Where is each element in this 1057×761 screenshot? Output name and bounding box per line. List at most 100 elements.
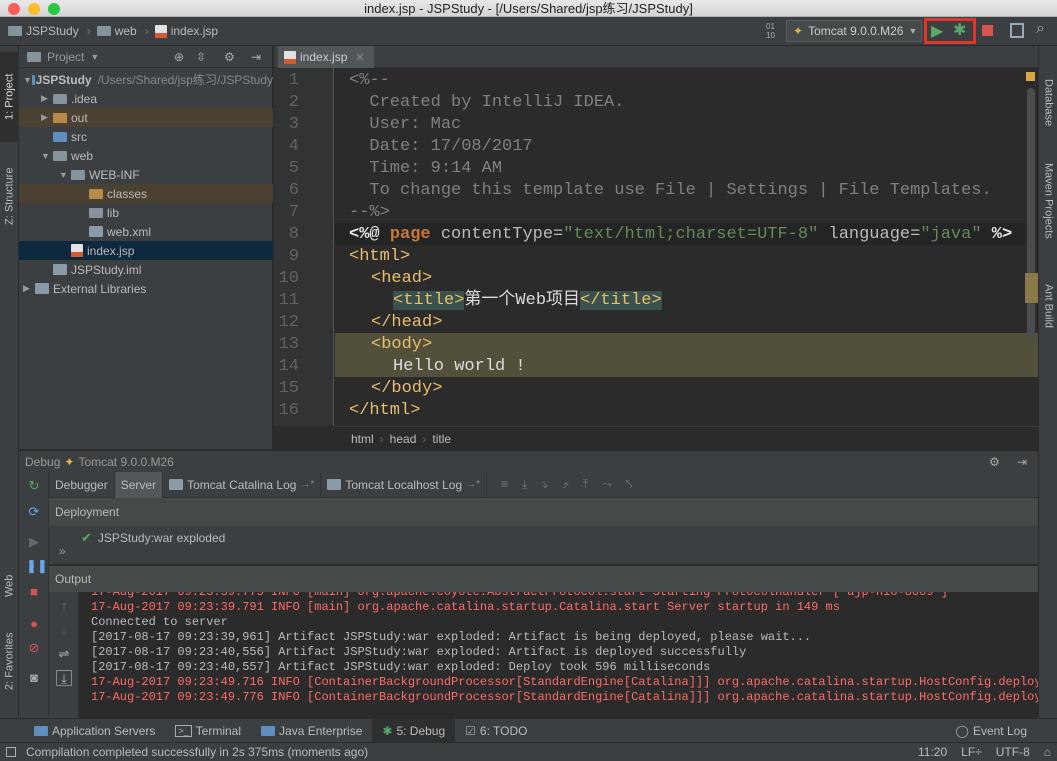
tree-item-label: External Libraries [53,281,147,296]
tab-project[interactable]: 1: Project [0,52,19,142]
console-output[interactable]: 17-Aug-2017 09:23:39.775 INFO [main] org… [79,592,1038,718]
breakpoints-icon[interactable]: ● [26,616,42,632]
breadcrumb-file[interactable]: index.jsp [154,24,218,38]
gear-icon[interactable]: ⚙ [224,50,235,64]
server-icon [34,725,48,736]
close-window-button[interactable] [8,3,20,15]
scroll-to-end-icon[interactable]: ⤓ [56,670,72,686]
file-encoding[interactable]: UTF-8 [996,745,1030,759]
pause-icon[interactable]: ❚❚ [26,558,48,574]
mute-breakpoints-icon[interactable]: ⊘ [26,640,42,656]
warning-marker[interactable] [1026,72,1035,81]
tool-terminal[interactable]: >_ Terminal [165,719,251,743]
locate-icon[interactable]: ⊕ [174,50,184,64]
chevron-down-icon[interactable]: ▼ [23,75,32,85]
tree-item[interactable]: ▼ WEB-INF [19,165,273,184]
java-enterprise-icon [261,725,276,736]
refresh-icon[interactable]: ⟳ [26,504,42,520]
code-editor[interactable]: <%-- Created by IntelliJ IDEA. User: Mac… [335,68,1038,426]
gear-icon[interactable]: ⚙ [989,455,1000,469]
tab-catalina-log[interactable]: Tomcat Catalina Log →* [163,471,322,498]
stop-icon[interactable]: ■ [26,584,42,600]
chevron-right-icon[interactable]: ▶ [41,93,53,104]
tool-event-log[interactable]: ◯ Event Log [946,719,1037,743]
folder-icon [53,93,67,104]
tree-item[interactable]: ▶ .idea [19,89,273,108]
tab-structure[interactable]: Z: Structure [0,146,19,246]
line-separator[interactable]: LF÷ [961,745,982,759]
camera-icon[interactable]: ◙ [26,670,42,686]
tree-item[interactable]: lib [19,203,273,222]
rerun-icon[interactable]: ↻ [26,478,42,494]
debug-bug-icon[interactable]: ✱ [953,20,966,40]
caret-position[interactable]: 11:20 [918,745,947,759]
minimize-window-button[interactable] [28,3,40,15]
tool-application-servers[interactable]: Application Servers [24,719,165,743]
search-icon[interactable]: ⌕ [1036,20,1045,38]
breadcrumb-project[interactable]: JSPStudy › [8,24,91,38]
tab-favorites[interactable]: 2: Favorites [0,621,19,701]
step-actions-icons[interactable]: ≡⤓⤵⤴⤒⤳⤣ [501,477,646,492]
log-icon [169,479,184,490]
tree-item[interactable]: web.xml [19,222,273,241]
crumb-head[interactable]: head [390,432,417,446]
tab-debugger[interactable]: Debugger [49,471,115,498]
debug-config-label[interactable]: Tomcat 9.0.0.M26 [78,455,173,469]
stop-icon[interactable] [982,25,993,36]
tool-java-enterprise[interactable]: Java Enterprise [251,719,372,743]
code-line: </html> [349,401,421,420]
tab-index-jsp[interactable]: index.jsp ✕ [278,46,374,68]
tree-item[interactable]: ▶ out [19,108,273,127]
status-bar: Compilation completed successfully in 2s… [0,742,1057,761]
log-icon [327,479,342,490]
breadcrumb-web[interactable]: web › [96,24,149,38]
tab-maven-projects[interactable]: Maven Projects [1039,146,1057,256]
chevron-right-icon[interactable]: ▶ [23,283,35,294]
tree-item[interactable]: ▼ JSPStudy/Users/Shared/jsp练习/JSPStudy [19,70,273,89]
tool-todo[interactable]: ☑ 6: TODO [455,719,537,743]
jsp-file-icon [71,244,83,257]
code-line: Time: 9:14 AM [349,159,503,178]
tree-item[interactable]: classes [19,184,273,203]
tab-ant-build[interactable]: Ant Build [1039,266,1057,346]
tab-server[interactable]: Server [114,471,164,498]
line-number: 16 [278,401,299,420]
collapse-all-icon[interactable]: ⇳ [196,50,206,64]
chevron-right-icon[interactable]: ▶ [41,112,53,123]
up-arrow-icon[interactable]: ↑ [56,598,72,614]
tree-item[interactable]: index.jsp [19,241,273,260]
expand-icon[interactable]: » [59,544,66,558]
resume-icon[interactable]: ▶ [26,534,42,550]
project-structure-icon[interactable] [1010,23,1024,38]
tool-debug[interactable]: ✱ 5: Debug [372,718,456,743]
binary-icon[interactable]: 01 10 [766,22,778,40]
tab-database[interactable]: Database [1039,68,1057,138]
tab-web[interactable]: Web [0,561,19,611]
tree-item[interactable]: JSPStudy.iml [19,260,273,279]
run-config-selector[interactable]: ✦ Tomcat 9.0.0.M26 ▼ [786,20,922,42]
tree-item[interactable]: ▼ web [19,146,273,165]
run-icon[interactable]: ▶ [931,21,943,41]
left-tool-strip: 1: Project Z: Structure Web 2: Favorites [0,46,19,718]
hide-icon[interactable]: ⇥ [251,50,261,64]
tree-item-label: out [71,110,88,125]
line-number: 10 [278,269,299,288]
soft-wrap-icon[interactable]: ⇌ [56,646,72,662]
line-number: 14 [278,357,299,376]
tree-item[interactable]: src [19,127,273,146]
close-icon[interactable]: ✕ [355,51,364,64]
chevron-down-icon[interactable]: ▼ [41,151,53,161]
down-arrow-icon[interactable]: ↓ [56,622,72,638]
chevron-down-icon[interactable]: ▼ [90,52,99,62]
tab-localhost-log[interactable]: Tomcat Localhost Log →* [321,471,488,498]
chevron-down-icon[interactable]: ▼ [59,170,71,180]
crumb-html[interactable]: html [351,432,374,446]
tree-item[interactable]: ▶ External Libraries [19,279,273,298]
toggle-tool-windows-icon[interactable] [6,747,16,757]
hide-icon[interactable]: ⇥ [1017,455,1027,469]
crumb-title[interactable]: title [432,432,451,446]
project-view-selector[interactable]: Project [47,50,84,64]
maximize-window-button[interactable] [48,3,60,15]
deployment-item[interactable]: ✔ JSPStudy:war exploded [49,526,1038,546]
lock-icon[interactable]: ⌂ [1044,745,1051,759]
